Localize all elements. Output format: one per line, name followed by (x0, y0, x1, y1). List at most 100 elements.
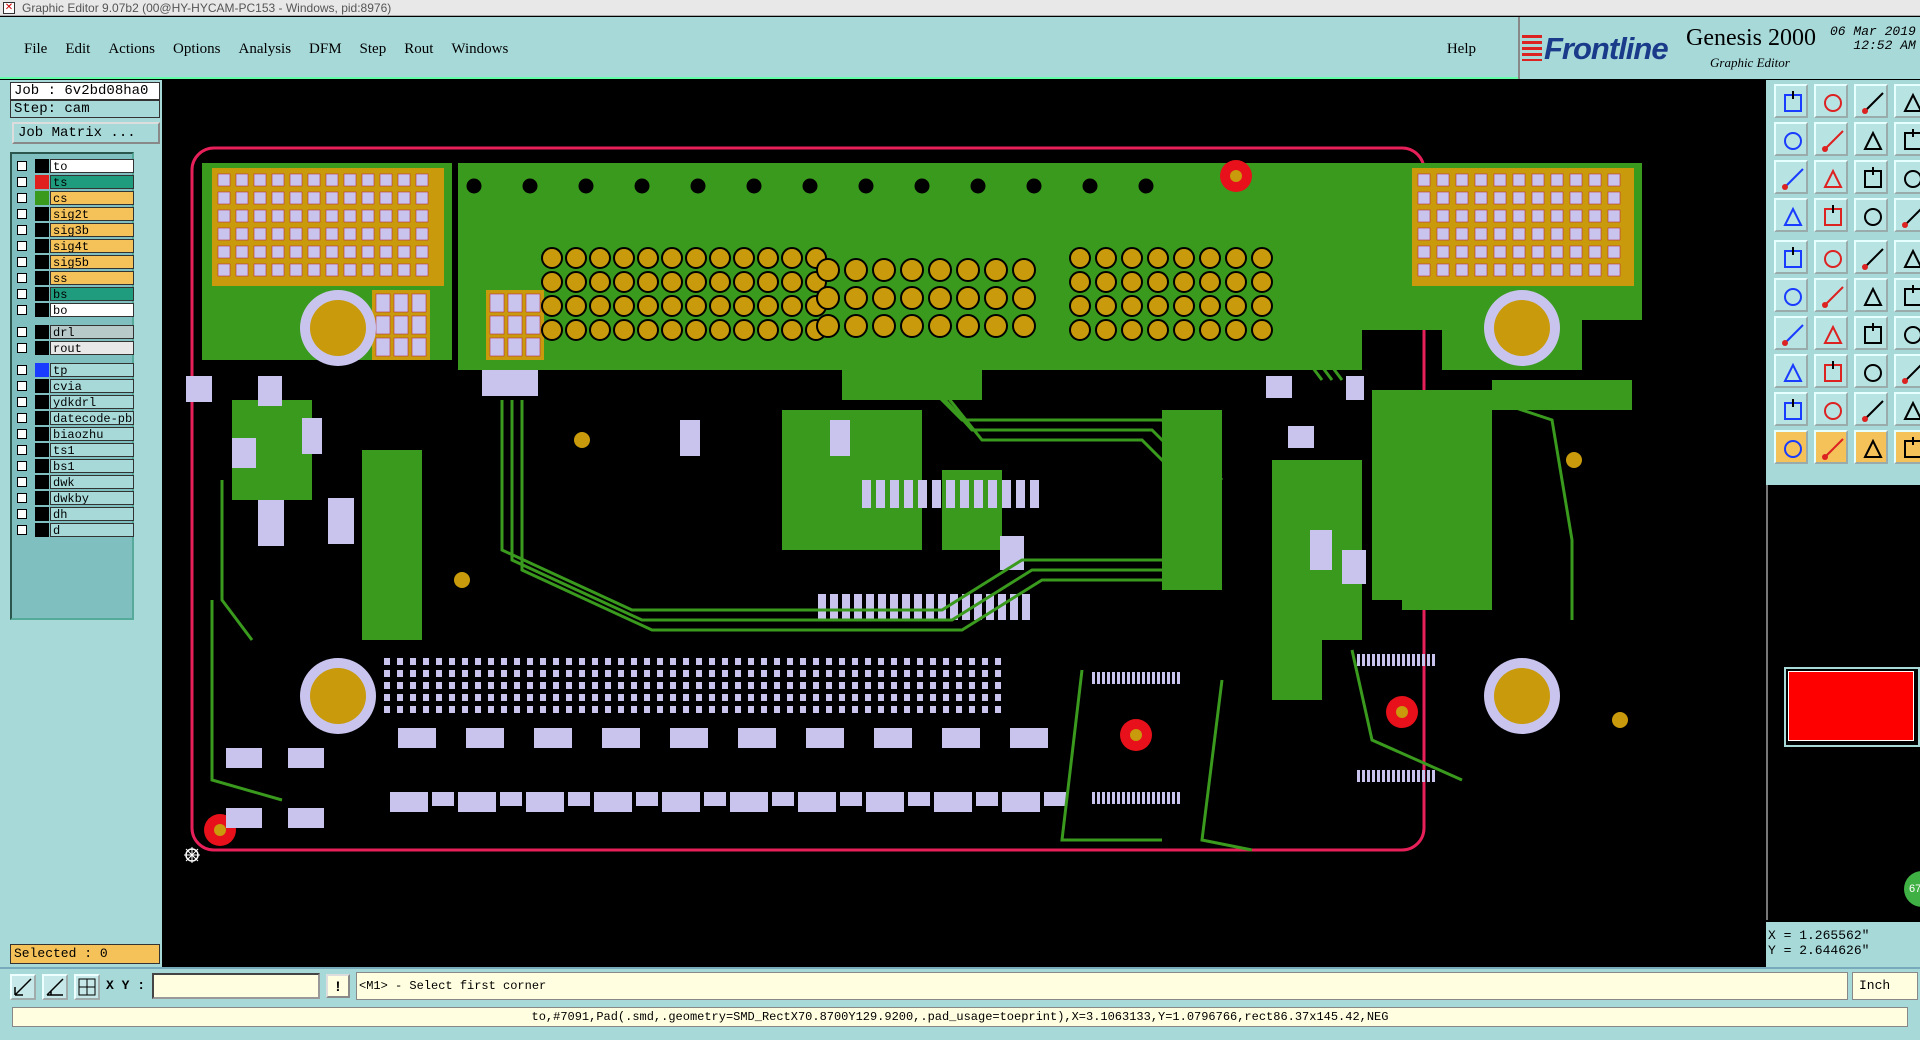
zoom-badge[interactable]: 67 (1904, 871, 1920, 907)
layer-checkbox[interactable] (17, 241, 27, 251)
job-matrix-button[interactable]: Job Matrix ... (12, 122, 160, 144)
toolbar-button-9[interactable] (1774, 160, 1808, 194)
layer-color-swatch[interactable] (35, 191, 49, 205)
menu-edit[interactable]: Edit (65, 41, 90, 58)
layer-color-swatch[interactable] (35, 207, 49, 221)
layer-color-swatch[interactable] (35, 523, 49, 537)
layer-name[interactable]: dh (50, 507, 134, 521)
layer-row-biaozhu[interactable]: biaozhu (12, 426, 134, 442)
layer-name[interactable]: sig5b (50, 255, 134, 269)
layer-color-swatch[interactable] (35, 411, 49, 425)
layer-name[interactable]: drl (50, 325, 134, 339)
layer-checkbox[interactable] (17, 365, 27, 375)
toolbar-button-16[interactable] (1894, 198, 1920, 232)
graphic-canvas[interactable] (162, 80, 1766, 967)
layer-checkbox[interactable] (17, 289, 27, 299)
layer-name[interactable]: ss (50, 271, 134, 285)
toolbar-button-29[interactable] (1774, 354, 1808, 388)
toolbar-button-36[interactable] (1894, 392, 1920, 426)
layer-color-swatch[interactable] (35, 379, 49, 393)
layer-checkbox[interactable] (17, 509, 27, 519)
toolbar-button-39[interactable] (1854, 430, 1888, 464)
layer-color-swatch[interactable] (35, 363, 49, 377)
layer-checkbox[interactable] (17, 327, 27, 337)
layer-name[interactable]: dwkby (50, 491, 134, 505)
layer-row-ts1[interactable]: ts1 (12, 442, 134, 458)
layer-row-sig5b[interactable]: sig5b (12, 254, 134, 270)
layer-color-swatch[interactable] (35, 159, 49, 173)
layer-row-dwk[interactable]: dwk (12, 474, 134, 490)
layer-color-swatch[interactable] (35, 325, 49, 339)
overview-window[interactable]: 67 (1766, 485, 1920, 920)
layer-name[interactable]: rout (50, 341, 134, 355)
layer-name[interactable]: sig4t (50, 239, 134, 253)
toolbar-button-12[interactable] (1894, 160, 1920, 194)
toolbar-button-37[interactable] (1774, 430, 1808, 464)
layer-color-swatch[interactable] (35, 239, 49, 253)
layer-color-swatch[interactable] (35, 443, 49, 457)
layer-color-swatch[interactable] (35, 255, 49, 269)
layer-row-cvia[interactable]: cvia (12, 378, 134, 394)
layer-checkbox[interactable] (17, 305, 27, 315)
toolbar-button-21[interactable] (1774, 278, 1808, 312)
layer-name[interactable]: dwk (50, 475, 134, 489)
layer-row-drl[interactable]: drl (12, 324, 134, 340)
layer-row-d[interactable]: d (12, 522, 134, 538)
layer-checkbox[interactable] (17, 209, 27, 219)
layer-row-ydkdrl[interactable]: ydkdrl (12, 394, 134, 410)
toolbar-button-35[interactable] (1854, 392, 1888, 426)
toolbar-button-38[interactable] (1814, 430, 1848, 464)
overview-view-rect[interactable] (1788, 671, 1914, 741)
toolbar-button-31[interactable] (1854, 354, 1888, 388)
layer-row-bs[interactable]: bs (12, 286, 134, 302)
layer-name[interactable]: ydkdrl (50, 395, 134, 409)
layer-name[interactable]: tp (50, 363, 134, 377)
layer-row-dh[interactable]: dh (12, 506, 134, 522)
toolbar-button-20[interactable] (1894, 240, 1920, 274)
toolbar-button-40[interactable] (1894, 430, 1920, 464)
layer-checkbox[interactable] (17, 493, 27, 503)
toolbar-button-11[interactable] (1854, 160, 1888, 194)
toolbar-button-24[interactable] (1894, 278, 1920, 312)
toolbar-button-7[interactable] (1854, 122, 1888, 156)
toolbar-button-3[interactable] (1854, 84, 1888, 118)
layer-checkbox[interactable] (17, 445, 27, 455)
layer-checkbox[interactable] (17, 413, 27, 423)
xy-input[interactable] (152, 973, 320, 999)
toolbar-button-5[interactable] (1774, 122, 1808, 156)
toolbar-button-30[interactable] (1814, 354, 1848, 388)
layer-row-bo[interactable]: bo (12, 302, 134, 318)
toolbar-button-1[interactable] (1774, 84, 1808, 118)
layer-checkbox[interactable] (17, 273, 27, 283)
toolbar-button-2[interactable] (1814, 84, 1848, 118)
layer-color-swatch[interactable] (35, 271, 49, 285)
layer-row-ts[interactable]: ts (12, 174, 134, 190)
toolbar-button-4[interactable] (1894, 84, 1920, 118)
layer-name[interactable]: cs (50, 191, 134, 205)
layer-name[interactable]: bs (50, 287, 134, 301)
layer-row-bs1[interactable]: bs1 (12, 458, 134, 474)
layer-row-datecode-pb[interactable]: datecode-pb (12, 410, 134, 426)
toolbar-button-33[interactable] (1774, 392, 1808, 426)
layer-row-dwkby[interactable]: dwkby (12, 490, 134, 506)
layer-color-swatch[interactable] (35, 341, 49, 355)
layer-row-to[interactable]: to (12, 158, 134, 174)
layer-color-swatch[interactable] (35, 287, 49, 301)
layer-row-sig4t[interactable]: sig4t (12, 238, 134, 254)
toolbar-button-17[interactable] (1774, 240, 1808, 274)
layer-name[interactable]: bo (50, 303, 134, 317)
menu-dfm[interactable]: DFM (309, 41, 342, 58)
layer-checkbox[interactable] (17, 477, 27, 487)
measure-mode-button[interactable] (42, 974, 68, 1000)
layer-checkbox[interactable] (17, 461, 27, 471)
menu-actions[interactable]: Actions (108, 41, 155, 58)
layer-row-sig3b[interactable]: sig3b (12, 222, 134, 238)
layer-name[interactable]: sig3b (50, 223, 134, 237)
menu-rout[interactable]: Rout (404, 41, 433, 58)
menu-help[interactable]: Help (1447, 41, 1476, 58)
layer-name[interactable]: cvia (50, 379, 134, 393)
layer-name[interactable]: datecode-pb (50, 411, 134, 425)
toolbar-button-10[interactable] (1814, 160, 1848, 194)
toolbar-button-19[interactable] (1854, 240, 1888, 274)
layer-checkbox[interactable] (17, 177, 27, 187)
